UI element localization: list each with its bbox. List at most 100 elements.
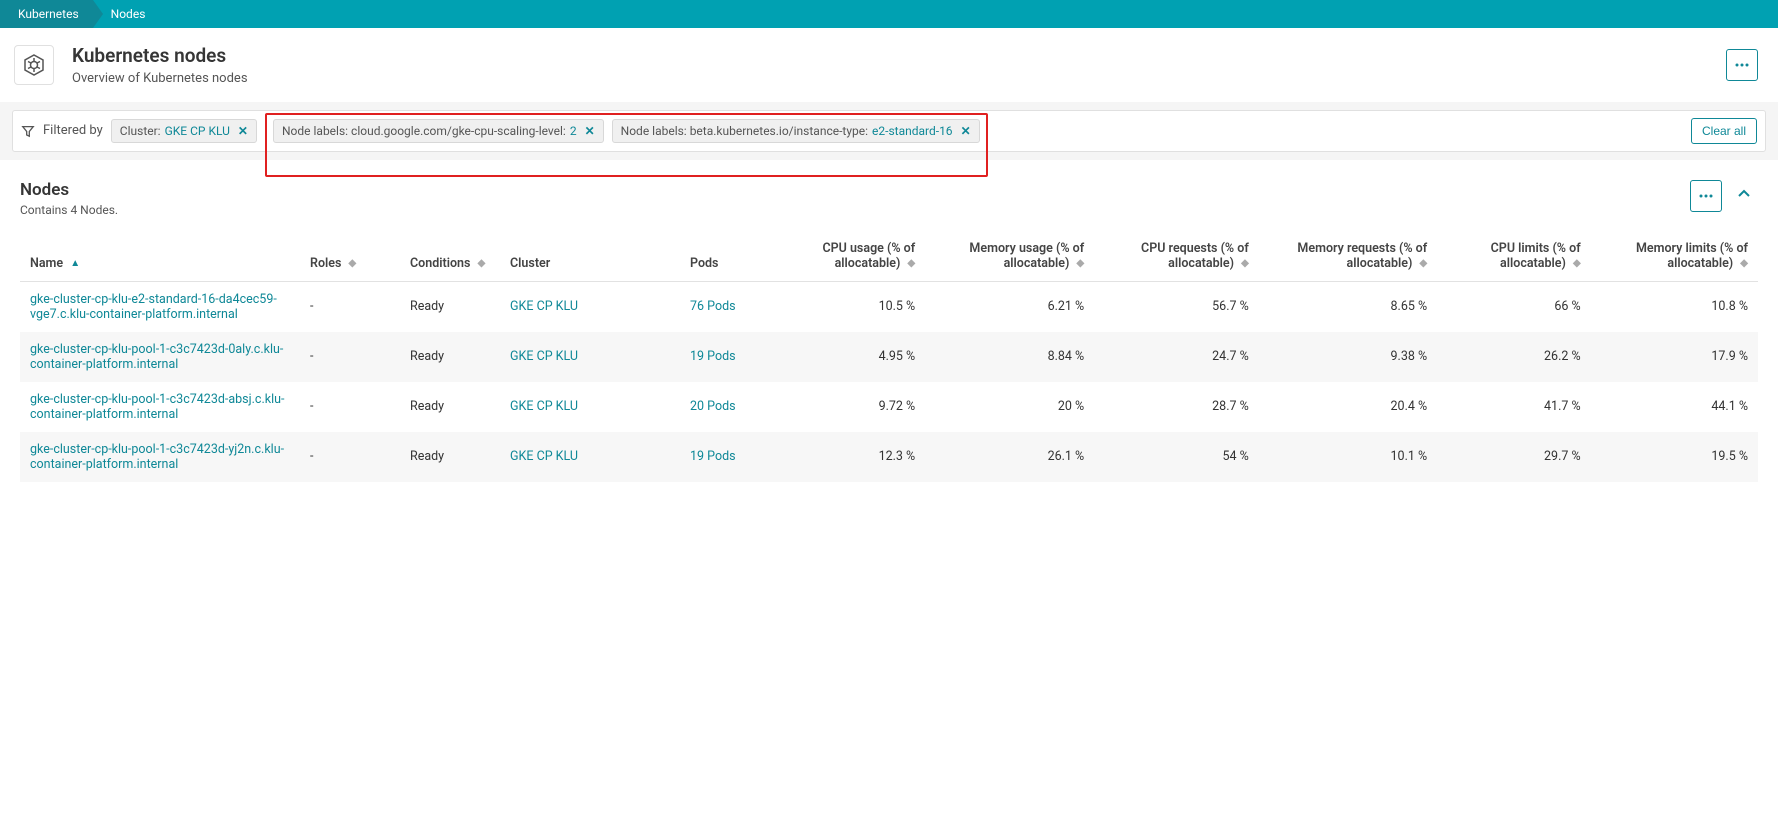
breadcrumb-item-kubernetes[interactable]: Kubernetes: [0, 0, 93, 28]
cell-cpu-req: 56.7 %: [1094, 281, 1259, 332]
cluster-link[interactable]: GKE CP KLU: [510, 349, 578, 364]
cell-cpu-usage: 10.5 %: [770, 281, 925, 332]
filter-strip: Filtered by Cluster: GKE CP KLU ✕ Node l…: [0, 102, 1778, 160]
col-pods[interactable]: Pods: [680, 233, 770, 282]
breadcrumb-label: Kubernetes: [18, 7, 79, 21]
sort-icon: ◆: [1573, 258, 1581, 269]
col-cluster[interactable]: Cluster: [500, 233, 680, 282]
col-mem-usage[interactable]: Memory usage (% of allocatable) ◆: [925, 233, 1094, 282]
cell-roles: -: [300, 332, 400, 382]
breadcrumb: Kubernetes Nodes: [0, 0, 1778, 28]
header-actions: [1726, 49, 1758, 81]
node-name-link[interactable]: gke-cluster-cp-klu-pool-1-c3c7423d-absj.…: [30, 392, 290, 422]
col-roles[interactable]: Roles ◆: [300, 233, 400, 282]
chip-value: 2: [570, 124, 577, 138]
chip-key: Node labels: cloud.google.com/gke-cpu-sc…: [282, 124, 566, 138]
cell-conditions: Ready: [400, 432, 500, 482]
page-header: Kubernetes nodes Overview of Kubernetes …: [0, 28, 1778, 102]
cluster-link[interactable]: GKE CP KLU: [510, 449, 578, 464]
clear-all-button[interactable]: Clear all: [1691, 118, 1757, 144]
cell-mem-usage: 26.1 %: [925, 432, 1094, 482]
highlighted-filters: Node labels: cloud.google.com/gke-cpu-sc…: [265, 113, 988, 177]
col-cpu-lim[interactable]: CPU limits (% of allocatable) ◆: [1437, 233, 1591, 282]
cell-mem-req: 9.38 %: [1259, 332, 1437, 382]
cell-mem-usage: 8.84 %: [925, 332, 1094, 382]
col-conditions[interactable]: Conditions ◆: [400, 233, 500, 282]
table-row: gke-cluster-cp-klu-pool-1-c3c7423d-absj.…: [20, 382, 1758, 432]
page-titles: Kubernetes nodes Overview of Kubernetes …: [72, 44, 248, 86]
cell-conditions: Ready: [400, 281, 500, 332]
col-cpu-usage[interactable]: CPU usage (% of allocatable) ◆: [770, 233, 925, 282]
table-row: gke-cluster-cp-klu-pool-1-c3c7423d-0aly.…: [20, 332, 1758, 382]
cell-mem-lim: 17.9 %: [1591, 332, 1758, 382]
cell-mem-req: 20.4 %: [1259, 382, 1437, 432]
chip-remove-icon[interactable]: ✕: [238, 124, 248, 138]
nodes-table: Name ▲ Roles ◆ Conditions ◆ Cluster Pods: [20, 233, 1758, 482]
section-header: Nodes Contains 4 Nodes.: [20, 180, 1758, 217]
section-more-button[interactable]: [1690, 180, 1722, 212]
section-title: Nodes: [20, 180, 118, 200]
cell-mem-lim: 10.8 %: [1591, 281, 1758, 332]
sort-icon: ◆: [478, 258, 486, 269]
pods-link[interactable]: 19 Pods: [690, 449, 736, 464]
chip-value: GKE CP KLU: [165, 124, 230, 138]
filter-chip-cluster[interactable]: Cluster: GKE CP KLU ✕: [111, 119, 257, 143]
table-row: gke-cluster-cp-klu-e2-standard-16-da4cec…: [20, 281, 1758, 332]
cell-cpu-req: 28.7 %: [1094, 382, 1259, 432]
kubernetes-icon: [14, 45, 54, 85]
chip-value: e2-standard-16: [872, 124, 953, 138]
cell-mem-req: 10.1 %: [1259, 432, 1437, 482]
table-row: gke-cluster-cp-klu-pool-1-c3c7423d-yj2n.…: [20, 432, 1758, 482]
cluster-link[interactable]: GKE CP KLU: [510, 399, 578, 414]
sort-icon: ◆: [1419, 258, 1427, 269]
sort-asc-icon: ▲: [70, 258, 80, 269]
ellipsis-icon: [1734, 57, 1750, 73]
cell-cpu-lim: 26.2 %: [1437, 332, 1591, 382]
cell-cpu-req: 54 %: [1094, 432, 1259, 482]
chevron-up-icon: [1736, 186, 1752, 202]
section-actions: [1690, 180, 1758, 212]
filter-chip-node-label-scaling[interactable]: Node labels: cloud.google.com/gke-cpu-sc…: [273, 119, 604, 143]
sort-icon: ◆: [1077, 258, 1085, 269]
collapse-section-button[interactable]: [1730, 180, 1758, 211]
col-name[interactable]: Name ▲: [20, 233, 300, 282]
cell-mem-usage: 6.21 %: [925, 281, 1094, 332]
sort-icon: ◆: [908, 258, 916, 269]
cluster-link[interactable]: GKE CP KLU: [510, 299, 578, 314]
cell-mem-usage: 20 %: [925, 382, 1094, 432]
pods-link[interactable]: 76 Pods: [690, 299, 736, 314]
cell-roles: -: [300, 281, 400, 332]
breadcrumb-item-nodes[interactable]: Nodes: [93, 0, 160, 28]
cell-cpu-lim: 29.7 %: [1437, 432, 1591, 482]
main-content: Nodes Contains 4 Nodes. Name ▲: [0, 160, 1778, 502]
col-mem-lim[interactable]: Memory limits (% of allocatable) ◆: [1591, 233, 1758, 282]
cell-cpu-lim: 66 %: [1437, 281, 1591, 332]
sort-icon: ◆: [1740, 258, 1748, 269]
cell-cpu-usage: 12.3 %: [770, 432, 925, 482]
chip-remove-icon[interactable]: ✕: [585, 124, 595, 138]
node-name-link[interactable]: gke-cluster-cp-klu-e2-standard-16-da4cec…: [30, 292, 290, 322]
filter-bar: Filtered by Cluster: GKE CP KLU ✕ Node l…: [12, 110, 1766, 152]
more-actions-button[interactable]: [1726, 49, 1758, 81]
cell-roles: -: [300, 382, 400, 432]
pods-link[interactable]: 19 Pods: [690, 349, 736, 364]
filter-chip-node-label-instance-type[interactable]: Node labels: beta.kubernetes.io/instance…: [612, 119, 980, 143]
filter-label: Filtered by: [43, 123, 103, 138]
pods-link[interactable]: 20 Pods: [690, 399, 736, 414]
cell-mem-lim: 44.1 %: [1591, 382, 1758, 432]
cell-cpu-usage: 4.95 %: [770, 332, 925, 382]
sort-icon: ◆: [349, 258, 357, 269]
chip-key: Node labels: beta.kubernetes.io/instance…: [621, 124, 868, 138]
node-name-link[interactable]: gke-cluster-cp-klu-pool-1-c3c7423d-yj2n.…: [30, 442, 290, 472]
cell-conditions: Ready: [400, 382, 500, 432]
col-cpu-req[interactable]: CPU requests (% of allocatable) ◆: [1094, 233, 1259, 282]
cell-cpu-req: 24.7 %: [1094, 332, 1259, 382]
filter-icon: [21, 124, 35, 138]
col-mem-req[interactable]: Memory requests (% of allocatable) ◆: [1259, 233, 1437, 282]
chip-remove-icon[interactable]: ✕: [961, 124, 971, 138]
node-name-link[interactable]: gke-cluster-cp-klu-pool-1-c3c7423d-0aly.…: [30, 342, 290, 372]
chip-key: Cluster:: [120, 124, 161, 138]
cell-mem-req: 8.65 %: [1259, 281, 1437, 332]
cell-mem-lim: 19.5 %: [1591, 432, 1758, 482]
page-title: Kubernetes nodes: [72, 44, 248, 69]
